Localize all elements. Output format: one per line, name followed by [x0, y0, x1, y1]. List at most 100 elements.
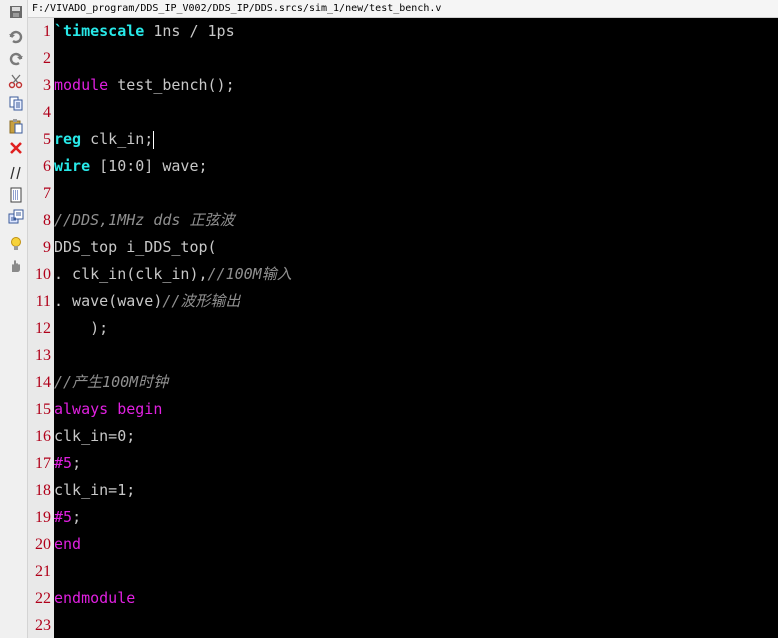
- code-editor[interactable]: `timescale 1ns / 1ps module test_bench();…: [54, 18, 778, 638]
- copy-button[interactable]: [7, 94, 25, 112]
- template-button[interactable]: [7, 208, 25, 226]
- code-token: module: [54, 76, 109, 94]
- code-token: DDS_top i_DDS_top(: [54, 238, 217, 256]
- line-number: 18: [35, 482, 51, 499]
- block-comment-icon: [8, 187, 24, 203]
- paste-button[interactable]: [7, 117, 25, 135]
- code-line[interactable]: end: [54, 531, 778, 558]
- code-line[interactable]: wire [10:0] wave;: [54, 153, 778, 180]
- redo-button[interactable]: [7, 50, 25, 68]
- line-number: 13: [35, 347, 51, 364]
- hand-icon: [8, 258, 24, 274]
- code-token: //波形输出: [162, 292, 241, 310]
- code-token: #5: [54, 454, 73, 472]
- code-line[interactable]: endmodule: [54, 585, 778, 612]
- copy-icon: [8, 95, 24, 111]
- file-path-title: F:/VIVADO_program/DDS_IP_V002/DDS_IP/DDS…: [28, 0, 778, 18]
- code-token: //DDS,1MHz dds 正弦波: [54, 211, 235, 229]
- template-icon: [8, 209, 24, 225]
- line-number: 3: [43, 77, 51, 94]
- line-number: 4: [43, 104, 51, 121]
- code-token: clk_in=0;: [54, 427, 136, 445]
- code-token: always: [54, 400, 109, 418]
- code-token: test_bench();: [108, 76, 235, 94]
- undo-icon: [8, 29, 24, 45]
- code-token: );: [54, 319, 109, 337]
- line-number: 9: [43, 239, 51, 256]
- code-line[interactable]: clk_in=1;: [54, 477, 778, 504]
- line-number: 15: [35, 401, 51, 418]
- code-line[interactable]: [54, 180, 778, 207]
- line-number: 17: [35, 455, 51, 472]
- code-line[interactable]: #5;: [54, 504, 778, 531]
- code-line[interactable]: [54, 99, 778, 126]
- undo-button[interactable]: [7, 28, 25, 46]
- code-token: `timescale: [54, 22, 145, 40]
- code-line[interactable]: reg clk_in;: [54, 126, 778, 153]
- line-number: 5: [43, 131, 51, 148]
- code-token: endmodule: [54, 589, 136, 607]
- code-token: 1ns / 1ps: [144, 22, 235, 40]
- line-number: 23: [35, 617, 51, 634]
- cut-icon: [8, 73, 24, 89]
- code-token: ;: [72, 454, 82, 472]
- line-number: 7: [43, 185, 51, 202]
- line-number: 2: [43, 50, 51, 67]
- code-token: clk_in;: [81, 130, 154, 148]
- delete-button[interactable]: [7, 139, 25, 157]
- hand-button[interactable]: [7, 257, 25, 275]
- code-token: reg: [54, 130, 82, 148]
- code-token: [10:0] wave;: [90, 157, 208, 175]
- editor-toolbar: [0, 0, 28, 638]
- code-token: ;: [72, 508, 82, 526]
- line-number: 22: [35, 590, 51, 607]
- save-icon: [8, 4, 24, 20]
- code-line[interactable]: module test_bench();: [54, 72, 778, 99]
- line-number: 12: [35, 320, 51, 337]
- lightbulb-button[interactable]: [7, 235, 25, 253]
- code-token: #5: [54, 508, 73, 526]
- code-line[interactable]: [54, 342, 778, 369]
- code-token: end: [54, 535, 82, 553]
- code-token: //产生100M时钟: [54, 373, 169, 391]
- line-number-gutter: 1 2 3 4 5 6 7 8 9 10 11 12 13 14 15 16 17 18 19 20 21 22 23: [28, 18, 54, 638]
- line-number: 14: [35, 374, 51, 391]
- line-number: 16: [35, 428, 51, 445]
- cut-button[interactable]: [7, 72, 25, 90]
- code-line[interactable]: `timescale 1ns / 1ps: [54, 18, 778, 45]
- code-line[interactable]: [54, 612, 778, 638]
- lightbulb-icon: [8, 236, 24, 252]
- code-token: clk_in=1;: [54, 481, 136, 499]
- block-comment-button[interactable]: [7, 186, 25, 204]
- code-line[interactable]: [54, 45, 778, 72]
- line-number: 8: [43, 212, 51, 229]
- text-caret: [153, 130, 155, 149]
- code-line[interactable]: DDS_top i_DDS_top(: [54, 234, 778, 261]
- line-number: 21: [35, 563, 51, 580]
- code-line[interactable]: //DDS,1MHz dds 正弦波: [54, 207, 778, 234]
- code-token: . wave(wave): [54, 292, 163, 310]
- code-line[interactable]: [54, 558, 778, 585]
- comment-icon: [8, 165, 24, 181]
- comment-button[interactable]: [7, 164, 25, 182]
- code-line[interactable]: //产生100M时钟: [54, 369, 778, 396]
- line-number: 19: [35, 509, 51, 526]
- code-token: //100M输入: [207, 265, 292, 283]
- line-number: 6: [43, 158, 51, 175]
- line-number: 20: [35, 536, 51, 553]
- code-line[interactable]: );: [54, 315, 778, 342]
- code-line[interactable]: #5;: [54, 450, 778, 477]
- code-line[interactable]: clk_in=0;: [54, 423, 778, 450]
- code-line[interactable]: . clk_in(clk_in),//100M输入: [54, 261, 778, 288]
- redo-icon: [8, 51, 24, 67]
- code-token: . clk_in(clk_in),: [54, 265, 208, 283]
- code-line[interactable]: . wave(wave)//波形输出: [54, 288, 778, 315]
- paste-icon: [8, 118, 24, 134]
- line-number: 11: [35, 293, 51, 310]
- save-button[interactable]: [7, 3, 25, 21]
- delete-icon: [8, 140, 24, 156]
- code-token: begin: [117, 400, 163, 418]
- line-number: 10: [35, 266, 51, 283]
- code-line[interactable]: always begin: [54, 396, 778, 423]
